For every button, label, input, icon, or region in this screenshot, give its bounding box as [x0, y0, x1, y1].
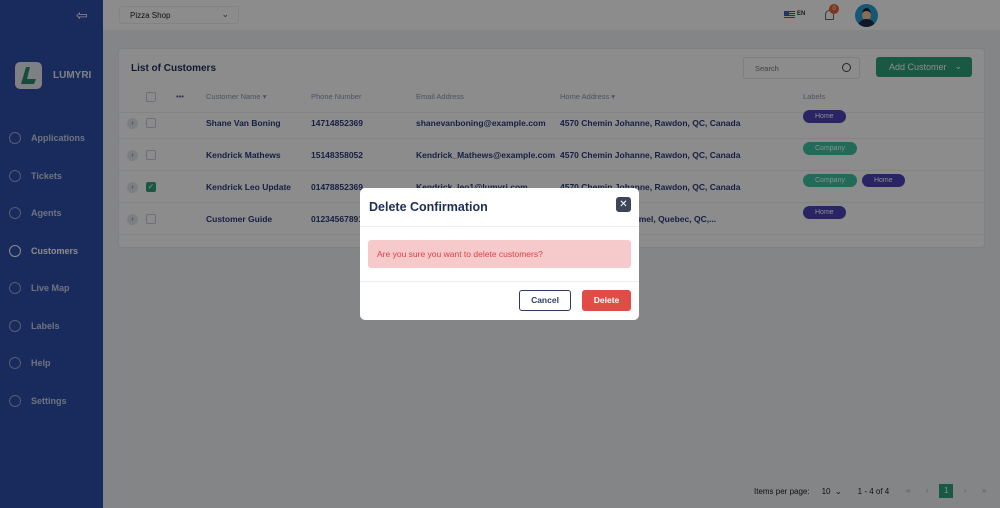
cancel-button[interactable]: Cancel — [519, 290, 571, 311]
delete-confirmation-dialog: Delete Confirmation ✕ Are you sure you w… — [360, 188, 639, 320]
close-icon[interactable]: ✕ — [616, 197, 631, 212]
divider — [360, 281, 639, 282]
divider — [360, 226, 639, 227]
delete-button[interactable]: Delete — [582, 290, 631, 311]
dialog-title: Delete Confirmation — [369, 200, 488, 214]
warning-message: Are you sure you want to delete customer… — [368, 240, 631, 268]
